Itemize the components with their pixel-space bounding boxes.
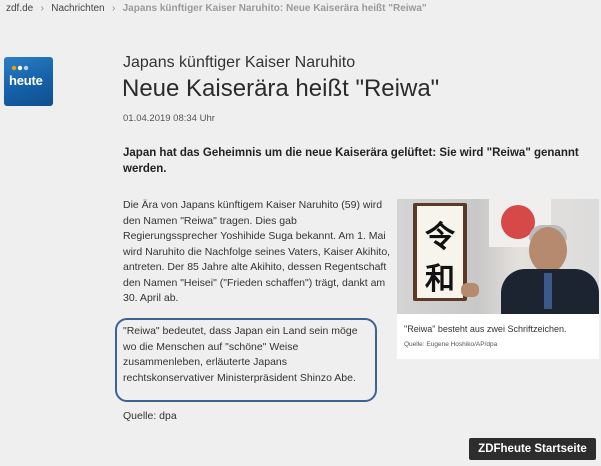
- person-hand: [461, 283, 479, 297]
- breadcrumb: zdf.de › Nachrichten › Japans künftiger …: [6, 1, 427, 15]
- breadcrumb-item-current: Japans künftiger Kaiser Naruhito: Neue K…: [122, 2, 427, 14]
- breadcrumb-item-nachrichten[interactable]: Nachrichten: [51, 3, 104, 14]
- article-date: 01.04.2019 08:34 Uhr: [123, 113, 215, 124]
- person-head: [529, 227, 567, 273]
- reiwa-sign: 令 和: [413, 203, 467, 301]
- chevron-right-icon: ›: [111, 2, 116, 14]
- article-figure: 令 和 "Reiwa" besteht aus zwei Schriftzeic…: [397, 199, 599, 359]
- sign-char-rei: 令: [425, 220, 455, 255]
- article-kicker: Japans künftiger Kaiser Naruhito: [123, 54, 356, 71]
- article-headline: Neue Kaiserära heißt "Reiwa": [122, 75, 440, 102]
- article-source: Quelle: dpa: [123, 410, 177, 422]
- logo-dots-icon: [11, 65, 29, 71]
- zdf-heute-logo[interactable]: heute: [4, 57, 53, 106]
- article-body: Die Ära von Japans künftigem Kaiser Naru…: [123, 199, 391, 304]
- breadcrumb-item-zdf[interactable]: zdf.de: [6, 3, 33, 14]
- article-lead: Japan hat das Geheimnis um die neue Kais…: [123, 147, 579, 175]
- zdfheute-startseite-button[interactable]: ZDFheute Startseite: [469, 438, 596, 460]
- article-highlight-paragraph: "Reiwa" bedeutet, dass Japan ein Land se…: [123, 325, 358, 384]
- person-tie: [544, 273, 552, 309]
- sign-char-wa: 和: [425, 262, 455, 297]
- chevron-right-icon: ›: [40, 2, 44, 14]
- reiwa-sign-paper: 令 和: [417, 206, 463, 298]
- logo-text: heute: [9, 73, 43, 88]
- figure-credit: Quelle: Eugene Hoshiko/AP/dpa: [404, 341, 498, 348]
- figure-caption: "Reiwa" besteht aus zwei Schriftzeichen.: [404, 324, 567, 334]
- article-photo[interactable]: 令 和: [397, 199, 599, 314]
